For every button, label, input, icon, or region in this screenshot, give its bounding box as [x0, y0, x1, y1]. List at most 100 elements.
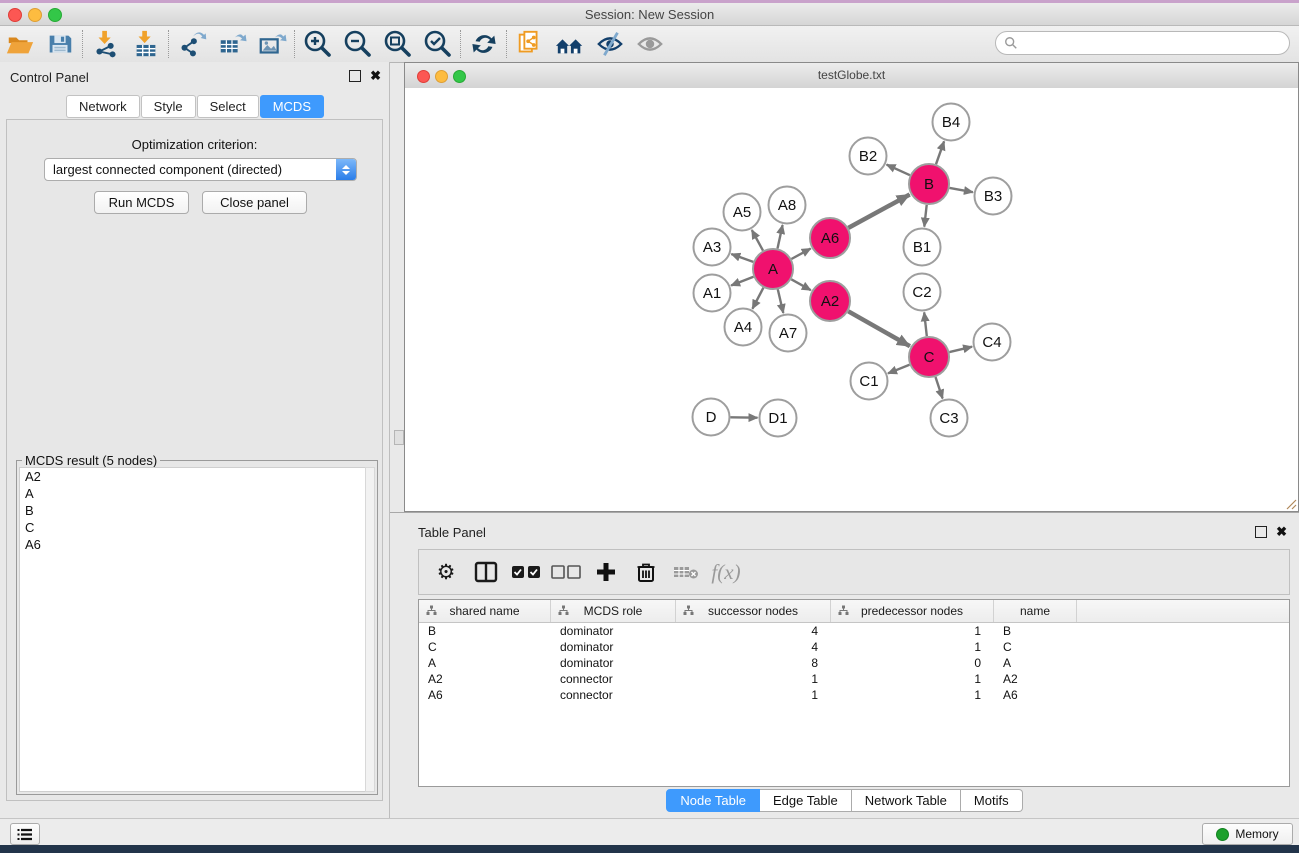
unselect-all-columns-icon[interactable] [549, 554, 583, 590]
edge-A-A3[interactable] [731, 254, 753, 262]
delete-table-icon[interactable] [669, 554, 703, 590]
graph-node-C3[interactable]: C3 [931, 400, 968, 437]
close-panel-icon[interactable]: ✖ [370, 71, 381, 81]
cell-predecessor-nodes[interactable]: 0 [831, 655, 994, 671]
open-file-icon[interactable] [0, 27, 40, 61]
task-history-button[interactable] [10, 823, 40, 845]
table-options-gear-icon[interactable]: ⚙ [429, 554, 463, 590]
mcds-result-item[interactable]: A6 [20, 536, 366, 553]
mcds-result-item[interactable]: A2 [20, 468, 366, 485]
tab-network-table[interactable]: Network Table [852, 789, 961, 812]
cell-shared-name[interactable]: A [419, 655, 551, 671]
criterion-dropdown[interactable]: largest connected component (directed) [44, 158, 357, 181]
cell-MCDS-role[interactable]: dominator [551, 655, 676, 671]
zoom-fit-icon[interactable] [378, 27, 418, 61]
edge-A-A7[interactable] [778, 289, 784, 313]
graph-node-C[interactable]: C [909, 337, 949, 377]
delete-column-icon[interactable] [629, 554, 663, 590]
export-network-icon[interactable] [172, 27, 212, 61]
column-header-MCDS-role[interactable]: MCDS role [551, 600, 676, 622]
edge-C-C2[interactable] [924, 312, 927, 336]
close-table-panel-icon[interactable]: ✖ [1276, 527, 1287, 537]
edge-B-B1[interactable] [924, 205, 926, 227]
table-row[interactable]: A2connector11A2 [419, 671, 1289, 687]
save-session-icon[interactable] [40, 27, 80, 61]
edge-A2-C[interactable] [848, 311, 910, 346]
edge-C-C1[interactable] [888, 365, 910, 374]
vertical-split-grip[interactable] [394, 430, 404, 445]
edge-A-A2[interactable] [791, 279, 811, 290]
cell-MCDS-role[interactable]: dominator [551, 639, 676, 655]
table-row[interactable]: Bdominator41B [419, 623, 1289, 639]
edge-A6-B[interactable] [848, 195, 909, 228]
cell-name[interactable]: A2 [994, 671, 1077, 687]
column-header-predecessor-nodes[interactable]: predecessor nodes [831, 600, 994, 622]
close-panel-button[interactable]: Close panel [202, 191, 307, 214]
cell-predecessor-nodes[interactable]: 1 [831, 639, 994, 655]
column-header-successor-nodes[interactable]: successor nodes [676, 600, 831, 622]
cell-name[interactable]: B [994, 623, 1077, 639]
cell-name[interactable]: A6 [994, 687, 1077, 703]
cell-successor-nodes[interactable]: 8 [676, 655, 831, 671]
tab-select[interactable]: Select [197, 95, 259, 118]
graph-node-B[interactable]: B [909, 164, 949, 204]
tab-node-table[interactable]: Node Table [666, 789, 760, 812]
graph-node-B3[interactable]: B3 [975, 178, 1012, 215]
tab-mcds[interactable]: MCDS [260, 95, 324, 118]
import-table-icon[interactable] [126, 27, 166, 61]
select-all-columns-icon[interactable] [509, 554, 543, 590]
run-mcds-button[interactable]: Run MCDS [94, 191, 189, 214]
import-network-icon[interactable] [86, 27, 126, 61]
edge-A-A5[interactable] [752, 230, 763, 251]
graph-node-B2[interactable]: B2 [850, 138, 887, 175]
cell-shared-name[interactable]: B [419, 623, 551, 639]
network-window-titlebar[interactable]: testGlobe.txt [405, 63, 1298, 89]
resize-corner-icon[interactable] [1285, 498, 1297, 510]
table-row[interactable]: A6connector11A6 [419, 687, 1289, 703]
edge-C-C3[interactable] [936, 377, 943, 399]
network-graph[interactable]: AA1A2A3A4A5A6A7A8BB1B2B3B4CC1C2C3C4DD1 [405, 88, 1298, 511]
cell-successor-nodes[interactable]: 1 [676, 687, 831, 703]
graph-node-B1[interactable]: B1 [904, 229, 941, 266]
cell-MCDS-role[interactable]: dominator [551, 623, 676, 639]
graph-node-A6[interactable]: A6 [810, 218, 850, 258]
search-input[interactable] [995, 31, 1290, 55]
export-table-icon[interactable] [212, 27, 252, 61]
float-panel-icon[interactable] [349, 70, 361, 82]
graph-node-C1[interactable]: C1 [851, 363, 888, 400]
graph-node-A1[interactable]: A1 [694, 275, 731, 312]
graph-node-C2[interactable]: C2 [904, 274, 941, 311]
cell-name[interactable]: A [994, 655, 1077, 671]
cell-predecessor-nodes[interactable]: 1 [831, 687, 994, 703]
cell-MCDS-role[interactable]: connector [551, 671, 676, 687]
float-table-panel-icon[interactable] [1255, 526, 1267, 538]
cell-successor-nodes[interactable]: 1 [676, 671, 831, 687]
edge-B-B3[interactable] [950, 188, 973, 192]
show-graphics-icon[interactable] [630, 27, 670, 61]
edge-B-B4[interactable] [936, 141, 944, 164]
cell-successor-nodes[interactable]: 4 [676, 623, 831, 639]
cell-shared-name[interactable]: C [419, 639, 551, 655]
mcds-result-item[interactable]: B [20, 502, 366, 519]
tab-style[interactable]: Style [141, 95, 196, 118]
network-canvas[interactable]: AA1A2A3A4A5A6A7A8BB1B2B3B4CC1C2C3C4DD1 [405, 88, 1298, 511]
edge-A-A1[interactable] [731, 277, 753, 286]
cell-predecessor-nodes[interactable]: 1 [831, 671, 994, 687]
table-row[interactable]: Cdominator41C [419, 639, 1289, 655]
tab-network[interactable]: Network [66, 95, 140, 118]
column-header-shared-name[interactable]: shared name [419, 600, 551, 622]
create-column-icon[interactable] [589, 554, 623, 590]
zoom-selected-icon[interactable] [418, 27, 458, 61]
zoom-out-icon[interactable] [338, 27, 378, 61]
apply-layout-icon[interactable] [464, 27, 504, 61]
cell-predecessor-nodes[interactable]: 1 [831, 623, 994, 639]
graph-node-D[interactable]: D [693, 399, 730, 436]
list-scrollbar[interactable] [365, 467, 375, 792]
export-image-icon[interactable] [252, 27, 292, 61]
show-panels-icon[interactable] [550, 27, 590, 61]
new-network-icon[interactable] [510, 27, 550, 61]
cell-successor-nodes[interactable]: 4 [676, 639, 831, 655]
function-builder-icon[interactable]: f(x) [709, 554, 743, 590]
cell-MCDS-role[interactable]: connector [551, 687, 676, 703]
cell-shared-name[interactable]: A2 [419, 671, 551, 687]
